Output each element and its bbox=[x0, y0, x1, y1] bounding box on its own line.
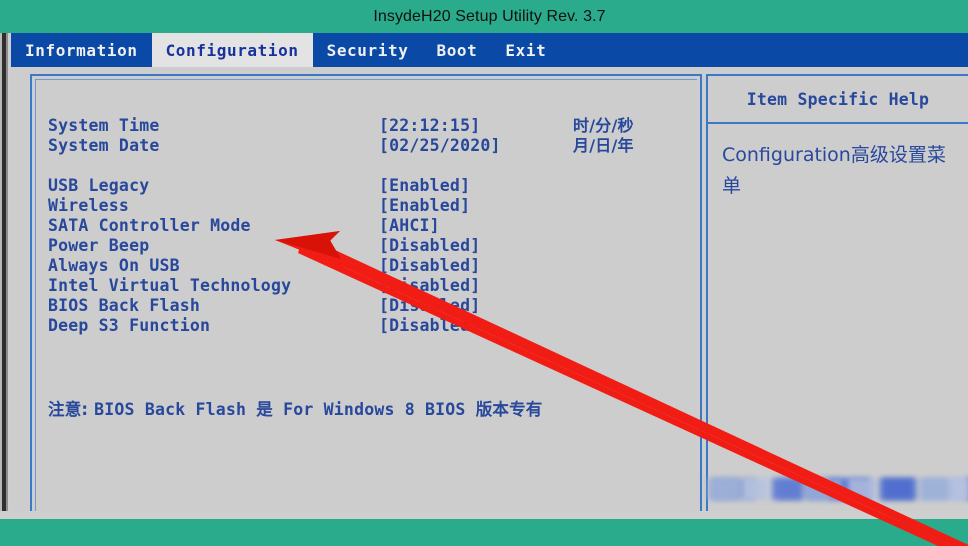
bios-setup-screen: InsydeH20 Setup Utility Rev. 3.7 Informa… bbox=[0, 0, 968, 546]
help-panel: Item Specific Help Configuration高级设置菜单 bbox=[706, 74, 968, 518]
setting-row-always-on-usb[interactable]: Always On USB [Disabled] bbox=[48, 256, 698, 276]
setting-value[interactable]: [Disabled] bbox=[379, 236, 480, 256]
setting-label: SATA Controller Mode bbox=[48, 216, 251, 235]
setting-value[interactable]: [AHCI] bbox=[379, 216, 440, 236]
settings-spacer bbox=[48, 156, 698, 176]
menu-bar-filler bbox=[560, 33, 968, 67]
tab-exit[interactable]: Exit bbox=[491, 33, 560, 67]
settings-list: System Time [22:12:15] 时/分/秒 System Date… bbox=[48, 116, 698, 336]
setting-row-power-beep[interactable]: Power Beep [Disabled] bbox=[48, 236, 698, 256]
setting-value[interactable]: [02/25/2020] bbox=[379, 136, 501, 156]
window-left-edge-top bbox=[0, 0, 11, 33]
setting-format-hint: 月/日/年 bbox=[573, 136, 634, 155]
settings-panel: System Time [22:12:15] 时/分/秒 System Date… bbox=[30, 74, 702, 518]
setting-label: System Date bbox=[48, 136, 160, 155]
setting-label: Always On USB bbox=[48, 256, 180, 275]
window-left-edge bbox=[0, 0, 11, 546]
menu-bar: Information Configuration Security Boot … bbox=[11, 33, 968, 67]
tab-boot[interactable]: Boot bbox=[422, 33, 491, 67]
setting-row-deep-s3-function[interactable]: Deep S3 Function [Disabled] bbox=[48, 316, 698, 336]
setting-row-bios-back-flash[interactable]: BIOS Back Flash [Disabled] bbox=[48, 296, 698, 316]
note-suffix: 版本专有 bbox=[475, 400, 543, 419]
setting-value[interactable]: [Disabled] bbox=[379, 256, 480, 276]
setting-row-usb-legacy[interactable]: USB Legacy [Enabled] bbox=[48, 176, 698, 196]
bottom-teal-strip bbox=[0, 519, 968, 546]
tab-configuration[interactable]: Configuration bbox=[151, 33, 313, 67]
settings-note: 注意: BIOS Back Flash 是 For Windows 8 BIOS… bbox=[48, 396, 543, 420]
setting-value[interactable]: [Disabled] bbox=[379, 316, 480, 336]
setting-value[interactable]: [Enabled] bbox=[379, 196, 470, 216]
setting-value[interactable]: [22:12:15] bbox=[379, 116, 480, 136]
setting-row-system-date[interactable]: System Date [02/25/2020] 月/日/年 bbox=[48, 136, 698, 156]
setting-label: Deep S3 Function bbox=[48, 316, 211, 335]
setting-row-intel-virtual-technology[interactable]: Intel Virtual Technology [Disabled] bbox=[48, 276, 698, 296]
key-legend-blurred-row2 bbox=[708, 478, 968, 500]
setting-label: BIOS Back Flash bbox=[48, 296, 201, 315]
setting-row-system-time[interactable]: System Time [22:12:15] 时/分/秒 bbox=[48, 116, 698, 136]
setting-row-sata-controller-mode[interactable]: SATA Controller Mode [AHCI] bbox=[48, 216, 698, 236]
tab-security[interactable]: Security bbox=[313, 33, 423, 67]
setting-label: Wireless bbox=[48, 196, 130, 215]
tab-information[interactable]: Information bbox=[11, 33, 152, 67]
help-panel-title: Item Specific Help bbox=[708, 76, 968, 124]
setting-label: Power Beep bbox=[48, 236, 150, 255]
help-panel-text: Configuration高级设置菜单 bbox=[722, 144, 946, 197]
note-prefix: 注意: bbox=[48, 400, 95, 419]
bottom-gap bbox=[0, 511, 968, 519]
title-bar: InsydeH20 Setup Utility Rev. 3.7 bbox=[11, 0, 968, 33]
setting-value[interactable]: [Disabled] bbox=[379, 296, 480, 316]
window-title: InsydeH20 Setup Utility Rev. 3.7 bbox=[373, 7, 606, 25]
setting-format-hint: 时/分/秒 bbox=[573, 116, 634, 135]
setting-value[interactable]: [Disabled] bbox=[379, 276, 480, 296]
setting-label: System Time bbox=[48, 116, 160, 135]
setting-row-wireless[interactable]: Wireless [Enabled] bbox=[48, 196, 698, 216]
setting-value[interactable]: [Enabled] bbox=[379, 176, 470, 196]
setting-label: Intel Virtual Technology bbox=[48, 276, 292, 295]
note-body: BIOS Back Flash 是 For Windows 8 BIOS bbox=[94, 400, 476, 419]
setting-label: USB Legacy bbox=[48, 176, 150, 195]
